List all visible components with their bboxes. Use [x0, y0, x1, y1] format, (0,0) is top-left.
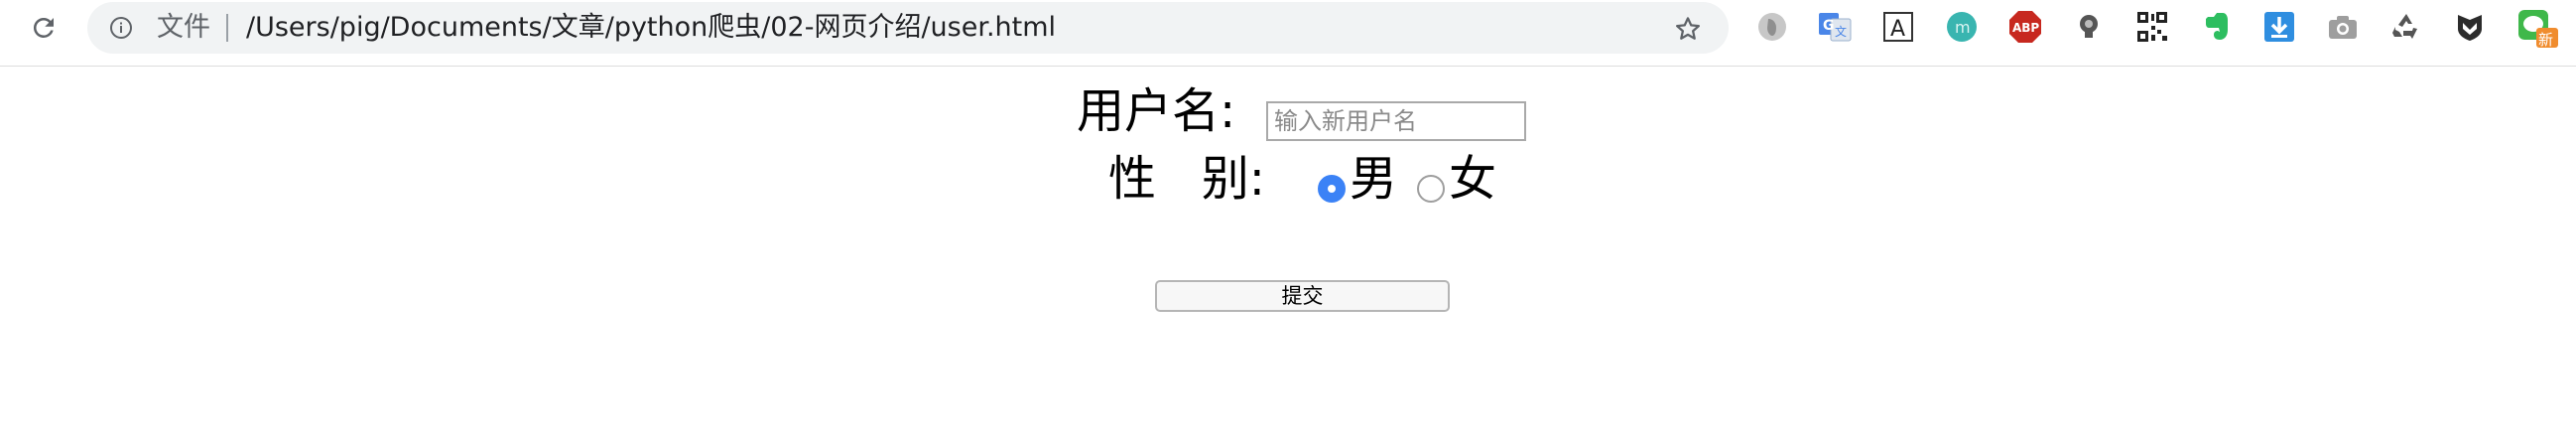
female-radio[interactable] — [1417, 175, 1445, 203]
abp-label: ABP — [2012, 21, 2039, 35]
username-input[interactable] — [1266, 101, 1526, 141]
ghost-extension-icon[interactable] — [1755, 10, 1789, 44]
shield-m-icon[interactable] — [2453, 10, 2487, 44]
svg-text:A: A — [1890, 17, 1905, 42]
male-radio[interactable] — [1318, 175, 1346, 203]
lightbulb-icon[interactable] — [2072, 10, 2106, 44]
url-separator — [226, 14, 228, 42]
male-option-label[interactable]: 男 — [1350, 149, 1397, 209]
gender-label: 性 别: — [1108, 151, 1265, 207]
recycle-icon[interactable] — [2389, 10, 2423, 44]
download-icon[interactable] — [2262, 10, 2296, 44]
camera-icon[interactable] — [2326, 10, 2360, 44]
reload-icon — [33, 17, 54, 38]
address-bar[interactable]: 文件 /Users/pig/Documents/文章/python爬虫/02-网… — [87, 2, 1729, 54]
google-translate-icon[interactable]: G文 — [1818, 10, 1852, 44]
scheme-label: 文件 — [157, 12, 210, 43]
abp-icon[interactable]: ABP — [2008, 10, 2042, 44]
female-option-label[interactable]: 女 — [1449, 149, 1496, 209]
url-text[interactable]: /Users/pig/Documents/文章/python爬虫/02-网页介绍… — [246, 11, 1056, 45]
bookmark-star-icon[interactable] — [1673, 14, 1703, 44]
reload-button[interactable] — [26, 10, 62, 46]
text-a-icon[interactable]: A — [1881, 10, 1915, 44]
evernote-icon[interactable] — [2199, 10, 2233, 44]
username-label: 用户名: — [1077, 83, 1236, 139]
browser-toolbar: 文件 /Users/pig/Documents/文章/python爬虫/02-网… — [0, 0, 2576, 67]
new-badge-label: 新 — [2538, 31, 2553, 48]
svg-text:G: G — [1823, 18, 1835, 34]
teal-circle-extension-icon[interactable]: m — [1945, 10, 1979, 44]
svg-text:文: 文 — [1835, 24, 1847, 39]
info-icon[interactable] — [109, 16, 133, 40]
wechat-new-icon[interactable]: 新 — [2518, 8, 2558, 48]
submit-button[interactable]: 提交 — [1155, 280, 1450, 312]
qr-code-icon[interactable] — [2135, 10, 2169, 44]
svg-text:m: m — [1955, 18, 1971, 37]
